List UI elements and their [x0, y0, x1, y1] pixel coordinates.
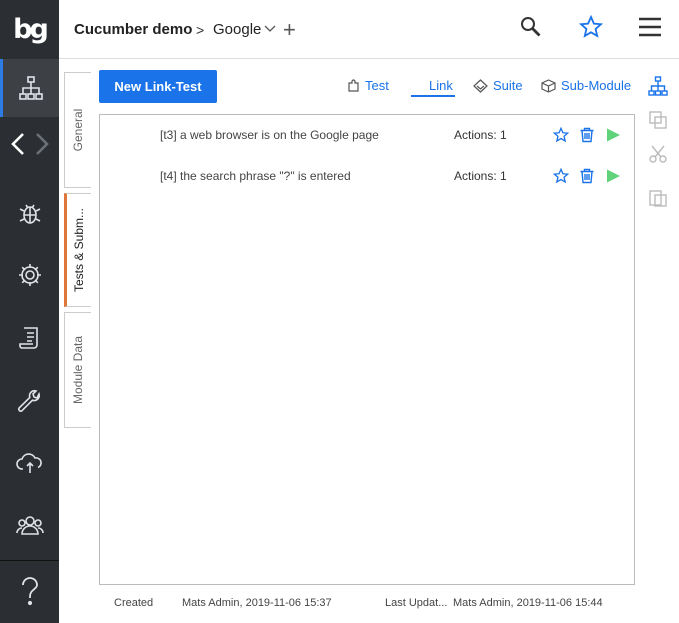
app-logo[interactable]: bg [0, 0, 59, 59]
filter-test[interactable]: Test [347, 78, 389, 93]
filter-suite[interactable]: Suite [473, 78, 523, 93]
tree-structure-icon[interactable] [648, 76, 668, 96]
sidebar: bg [0, 0, 59, 623]
list-item[interactable]: [t4] the search phrase "?" is entered Ac… [100, 156, 634, 197]
star-icon[interactable] [553, 127, 569, 143]
sidebar-item-settings[interactable] [0, 246, 59, 304]
filter-link[interactable]: Link [429, 78, 453, 93]
breadcrumb-separator: > [196, 22, 205, 38]
sidebar-item-reports[interactable] [0, 309, 59, 367]
updated-label: Last Updat... [385, 597, 448, 609]
forward-icon[interactable] [34, 131, 50, 157]
filter-submodule[interactable]: Sub-Module [541, 78, 631, 93]
filter-test-label: Test [365, 78, 389, 93]
sitemap-icon [19, 76, 43, 100]
hamburger-menu-icon[interactable] [638, 17, 662, 37]
favorite-star-icon[interactable] [579, 15, 603, 39]
cloud-sync-icon [15, 453, 42, 473]
created-value: Mats Admin, 2019-11-06 15:37 [182, 597, 332, 609]
updated-value: Mats Admin, 2019-11-06 15:44 [453, 597, 603, 609]
sidebar-divider [0, 560, 59, 561]
users-icon [15, 516, 44, 535]
test-name[interactable]: [t3] a web browser is on the Google page [160, 128, 379, 142]
new-link-test-button[interactable]: New Link-Test [99, 70, 217, 103]
puzzle-icon [348, 78, 359, 92]
test-name[interactable]: [t4] the search phrase "?" is entered [160, 169, 351, 183]
wrench-icon [17, 389, 40, 412]
filter-link-label: Link [429, 78, 453, 93]
play-icon[interactable] [605, 168, 621, 184]
sidebar-item-users[interactable] [0, 496, 59, 554]
created-label: Created [114, 597, 154, 609]
scissors-icon[interactable] [648, 144, 668, 164]
test-actions-count: Actions: 1 [454, 128, 507, 142]
chevron-down-icon[interactable] [264, 24, 276, 34]
tab-general[interactable]: General [64, 72, 91, 188]
cube-icon [541, 78, 556, 93]
trash-icon[interactable] [579, 168, 595, 184]
tab-module-data-label: Module Data [71, 335, 85, 405]
tab-general-label: General [71, 108, 85, 152]
search-icon[interactable] [520, 16, 542, 38]
active-filter-indicator [411, 95, 455, 97]
add-module-button[interactable]: + [283, 17, 296, 43]
filter-submodule-label: Sub-Module [561, 78, 632, 93]
tab-tests-submodules[interactable]: Tests & Subm... [64, 193, 91, 307]
suite-icon [473, 78, 488, 93]
star-icon[interactable] [553, 168, 569, 184]
test-actions-count: Actions: 1 [454, 169, 507, 183]
sidebar-item-project-structure[interactable] [0, 59, 59, 117]
project-name[interactable]: Cucumber demo [74, 21, 192, 38]
test-list: [t3] a web browser is on the Google page… [99, 114, 635, 585]
sidebar-item-sync[interactable] [0, 434, 59, 492]
list-item[interactable]: [t3] a web browser is on the Google page… [100, 115, 634, 156]
tab-module-data[interactable]: Module Data [64, 312, 91, 428]
scroll-icon [18, 327, 38, 349]
bug-icon [19, 204, 40, 224]
history-nav [0, 118, 59, 170]
trash-icon[interactable] [579, 127, 595, 143]
back-icon[interactable] [10, 131, 26, 157]
paste-icon[interactable] [648, 188, 668, 208]
sidebar-item-bugs[interactable] [0, 184, 59, 242]
filter-suite-label: Suite [493, 78, 523, 93]
sidebar-item-help[interactable] [0, 563, 59, 621]
help-icon [21, 577, 38, 606]
gear-icon [18, 264, 41, 286]
play-icon[interactable] [605, 127, 621, 143]
copy-icon[interactable] [648, 110, 668, 130]
sidebar-item-tools[interactable] [0, 372, 59, 430]
module-name[interactable]: Google [213, 21, 261, 38]
header: Cucumber demo > Google + [59, 0, 679, 59]
tab-tests-label: Tests & Subm... [72, 207, 86, 293]
